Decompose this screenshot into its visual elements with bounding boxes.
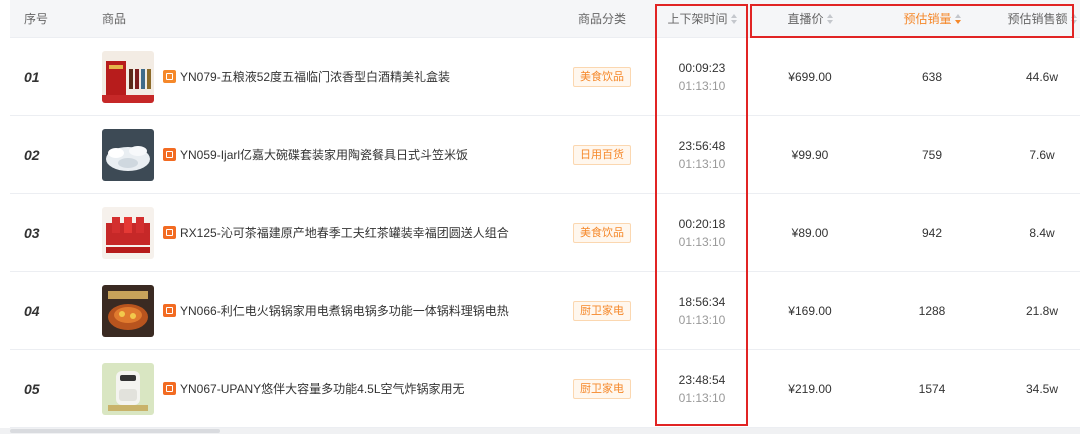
table-row[interactable]: 03 RX125-沁可茶福建原产地春季工夫红茶罐装幸福团圆送人组合 美食饮品 0… <box>10 194 1080 272</box>
header-sales-label: 预估销量 <box>903 12 952 26</box>
product-table: 序号 商品 商品分类 上下架时间 直播价 预估销量 预估销售额 01 YN079… <box>10 0 1080 428</box>
time-off: 01:13:10 <box>678 235 726 249</box>
category-tag: 厨卫家电 <box>573 379 631 399</box>
est-sales: 759 <box>921 148 943 162</box>
live-badge-icon <box>163 70 176 83</box>
header-price-label: 直播价 <box>787 12 824 26</box>
header-category: 商品分类 <box>578 12 627 26</box>
time-on: 23:56:48 <box>678 139 726 153</box>
live-price: ¥89.00 <box>791 226 829 240</box>
scrollbar-thumb[interactable] <box>10 429 220 433</box>
product-name[interactable]: YN059-Ijarl亿嘉大碗碟套装家用陶瓷餐具日式斗笠米饭 <box>180 116 468 194</box>
header-time-sort[interactable]: 上下架时间 <box>656 0 748 38</box>
live-price: ¥99.90 <box>791 148 829 162</box>
est-amount: 21.8w <box>1025 304 1059 318</box>
table-row[interactable]: 05 YN067-UPANY悠伴大容量多功能4.5L空气炸锅家用无 厨卫家电 2… <box>10 350 1080 428</box>
sort-icon <box>730 14 737 24</box>
time-on: 00:20:18 <box>678 217 726 231</box>
air-fryer-icon[interactable] <box>102 363 154 415</box>
tea-giftbox-icon[interactable] <box>102 207 154 259</box>
sort-icon <box>1070 14 1077 24</box>
live-badge-icon <box>163 304 176 317</box>
header-amount-sort[interactable]: 预估销售额 <box>980 0 1080 38</box>
live-price: ¥219.00 <box>788 382 832 396</box>
table-row[interactable]: 01 YN079-五粮液52度五福临门浓香型白酒精美礼盒装 美食饮品 00:09… <box>10 38 1080 116</box>
row-seq: 05 <box>24 381 40 397</box>
est-sales: 1288 <box>918 304 946 318</box>
table-header: 序号 商品 商品分类 上下架时间 直播价 预估销量 预估销售额 <box>10 0 1080 38</box>
sort-icon <box>826 14 833 24</box>
est-amount: 34.5w <box>1025 382 1059 396</box>
est-sales: 942 <box>921 226 943 240</box>
liquor-giftbox-icon[interactable] <box>102 51 154 103</box>
est-sales: 1574 <box>918 382 946 396</box>
header-time-label: 上下架时间 <box>667 12 728 26</box>
header-price-sort[interactable]: 直播价 <box>755 0 865 38</box>
time-off: 01:13:10 <box>678 313 726 327</box>
time-off: 01:13:10 <box>678 157 726 171</box>
product-name[interactable]: YN067-UPANY悠伴大容量多功能4.5L空气炸锅家用无 <box>180 350 465 428</box>
hotpot-icon[interactable] <box>102 285 154 337</box>
time-off: 01:13:10 <box>678 391 726 405</box>
row-seq: 04 <box>24 303 40 319</box>
row-seq: 03 <box>24 225 40 241</box>
est-sales: 638 <box>921 70 943 84</box>
live-badge-icon <box>163 148 176 161</box>
table-row[interactable]: 02 YN059-Ijarl亿嘉大碗碟套装家用陶瓷餐具日式斗笠米饭 日用百货 2… <box>10 116 1080 194</box>
header-sales-sort[interactable]: 预估销量 <box>870 0 994 38</box>
time-on: 00:09:23 <box>678 61 726 75</box>
header-seq: 序号 <box>24 12 49 26</box>
category-tag: 美食饮品 <box>573 67 631 87</box>
time-on: 23:48:54 <box>678 373 726 387</box>
product-name[interactable]: YN079-五粮液52度五福临门浓香型白酒精美礼盒装 <box>180 38 450 116</box>
sort-desc-icon <box>954 14 961 24</box>
category-tag: 美食饮品 <box>573 223 631 243</box>
live-badge-icon <box>163 226 176 239</box>
est-amount: 7.6w <box>1029 148 1055 162</box>
product-name[interactable]: YN066-利仁电火锅锅家用电煮锅电锅多功能一体锅料理锅电热 <box>180 272 509 350</box>
time-off: 01:13:10 <box>678 79 726 93</box>
live-price: ¥699.00 <box>788 70 832 84</box>
category-tag: 厨卫家电 <box>573 301 631 321</box>
header-product: 商品 <box>102 12 127 26</box>
category-tag: 日用百货 <box>573 145 631 165</box>
live-price: ¥169.00 <box>788 304 832 318</box>
header-amount-label: 预估销售额 <box>1007 12 1068 26</box>
time-on: 18:56:34 <box>678 295 726 309</box>
row-seq: 02 <box>24 147 40 163</box>
table-row[interactable]: 04 YN066-利仁电火锅锅家用电煮锅电锅多功能一体锅料理锅电热 厨卫家电 1… <box>10 272 1080 350</box>
est-amount: 8.4w <box>1029 226 1055 240</box>
row-seq: 01 <box>24 69 40 85</box>
tableware-set-icon[interactable] <box>102 129 154 181</box>
live-badge-icon <box>163 382 176 395</box>
est-amount: 44.6w <box>1025 70 1059 84</box>
product-name[interactable]: RX125-沁可茶福建原产地春季工夫红茶罐装幸福团圆送人组合 <box>180 194 509 272</box>
